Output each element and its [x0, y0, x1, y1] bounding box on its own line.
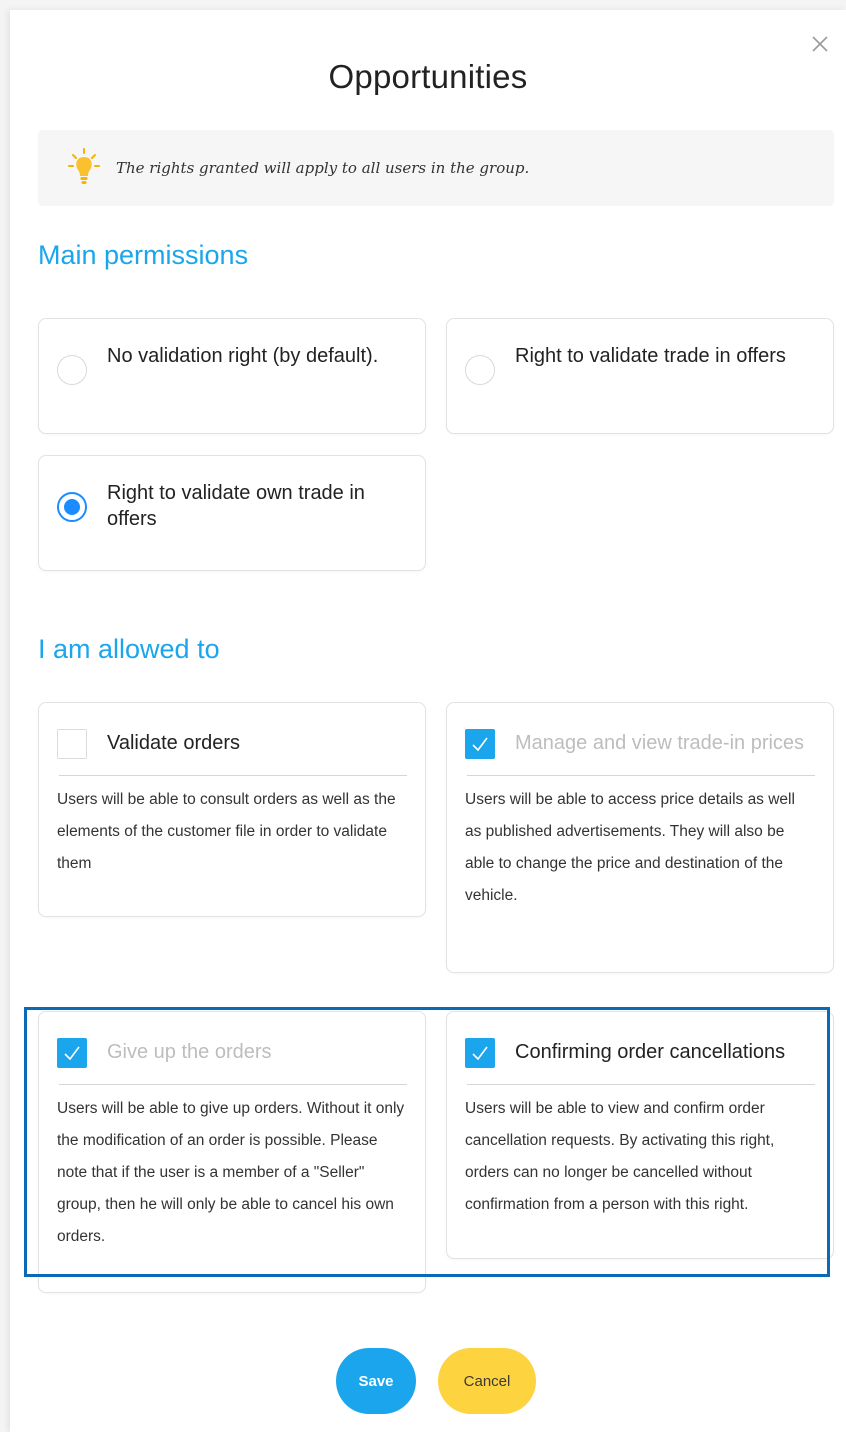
permission-label: Give up the orders	[107, 1041, 272, 1063]
option-label: Right to validate own trade in offers	[107, 482, 365, 530]
permission-description: Users will be able to consult orders as …	[57, 791, 396, 872]
permission-label: Manage and view trade-in prices	[515, 732, 805, 754]
checkmark-icon	[472, 1046, 488, 1061]
info-banner: The rights granted will apply to all use…	[38, 130, 834, 206]
permission-description: Users will be able to access price detai…	[465, 791, 795, 904]
close-icon[interactable]	[808, 32, 832, 56]
checkmark-icon	[64, 1046, 80, 1061]
permission-description: Users will be able to view and confirm o…	[465, 1100, 775, 1213]
option-label: Right to validate trade in offers	[515, 345, 786, 367]
main-permissions-heading: Main permissions	[38, 240, 249, 270]
option-label: No validation right (by default).	[107, 345, 379, 367]
permission-option-validate-own-trade-in[interactable]: Right to validate own trade in offers	[38, 455, 426, 571]
checkbox-checked[interactable]	[57, 1038, 87, 1068]
cancel-button[interactable]: Cancel	[438, 1348, 536, 1414]
permission-option-validate-trade-in[interactable]: Right to validate trade in offers	[446, 318, 834, 434]
save-button[interactable]: Save	[336, 1348, 416, 1414]
lightbulb-icon	[68, 148, 100, 184]
dialog-title: Opportunities	[328, 58, 528, 95]
permissions-dialog: Opportunities The rights granted will ap…	[10, 10, 846, 1432]
radio-button[interactable]	[57, 355, 87, 385]
permission-card-manage-trade-in-prices: Manage and view trade-in prices Users wi…	[446, 702, 834, 973]
permission-option-no-validation[interactable]: No validation right (by default).	[38, 318, 426, 434]
checkbox-checked[interactable]	[465, 1038, 495, 1068]
checkbox[interactable]	[57, 729, 87, 759]
radio-button[interactable]	[465, 355, 495, 385]
permission-card-validate-orders: Validate orders Users will be able to co…	[38, 702, 426, 917]
permission-card-give-up-orders: Give up the orders Users will be able to…	[38, 1011, 426, 1293]
permission-label: Confirming order cancellations	[515, 1041, 786, 1063]
info-text: The rights granted will apply to all use…	[116, 159, 530, 177]
allowed-heading: I am allowed to	[38, 634, 220, 664]
checkmark-icon	[472, 737, 488, 752]
permission-card-confirm-cancellations: Confirming order cancellations Users wil…	[446, 1011, 834, 1259]
checkbox-checked[interactable]	[465, 729, 495, 759]
radio-button-selected[interactable]	[57, 492, 87, 522]
permission-description: Users will be able to give up orders. Wi…	[57, 1100, 405, 1245]
permission-label: Validate orders	[107, 732, 241, 754]
